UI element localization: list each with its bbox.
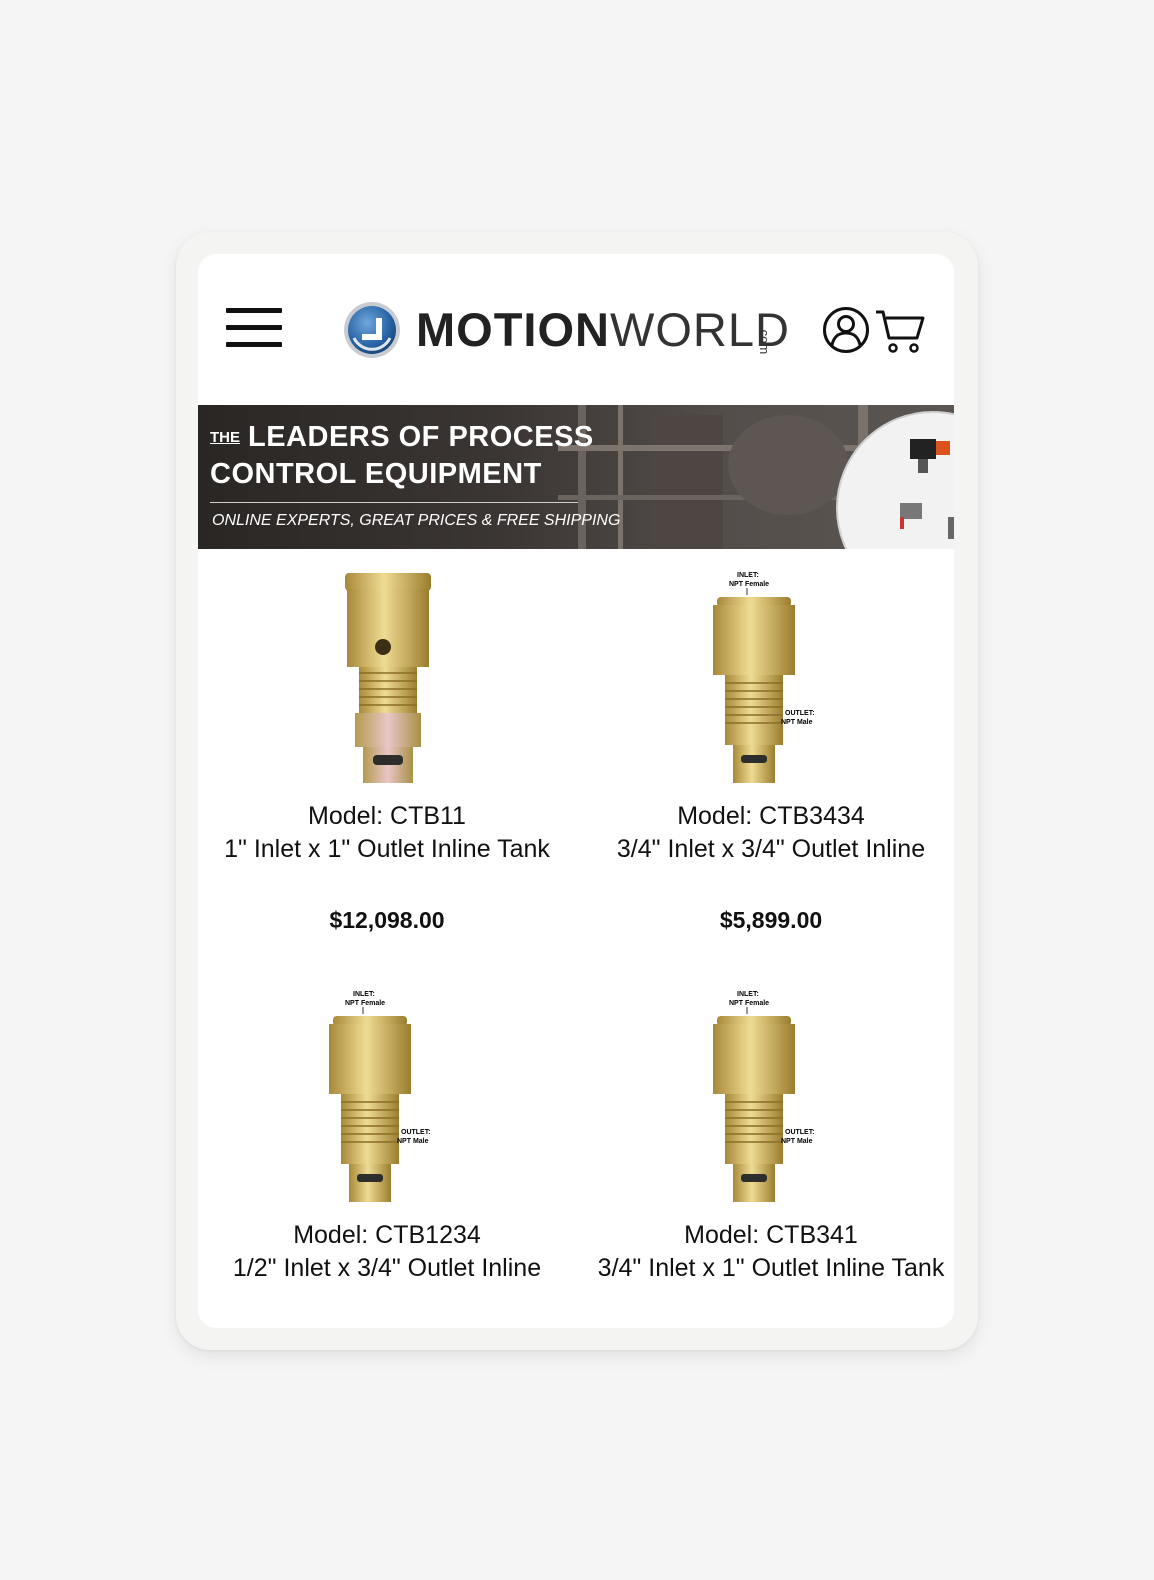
banner-headline-2: CONTROL EQUIPMENT (210, 458, 542, 490)
valve-outlet-type: NPT Male (397, 1138, 429, 1145)
product-description: 3/4" Inlet x 1" Outlet Inline Tank (597, 1254, 945, 1282)
valve-inlet-type: NPT Female (345, 1000, 385, 1007)
valve-inlet-type: NPT Female (729, 1000, 769, 1007)
product-card[interactable]: Model: CTB11 1" Inlet x 1" Outlet Inline… (198, 549, 576, 968)
banner-product-collage (836, 411, 954, 549)
valve-inlet-label: INLET: (737, 572, 759, 579)
promo-banner[interactable]: THE LEADERS OF PROCESS CONTROL EQUIPMENT… (198, 405, 954, 549)
valve-inlet-type: NPT Female (729, 581, 769, 588)
product-description: 1" Inlet x 1" Outlet Inline Tank (224, 835, 550, 863)
product-model: Model: CTB341 (684, 1221, 858, 1249)
screen: MOTIONWORLD .com THE LEADERS OF PROCESS … (198, 254, 954, 1328)
valve-inlet-label: INLET: (353, 991, 375, 998)
product-model: Model: CTB3434 (677, 802, 865, 830)
logo-dotcom: .com (757, 326, 772, 355)
product-description: 3/4" Inlet x 3/4" Outlet Inline (616, 835, 926, 863)
product-model: Model: CTB11 (308, 802, 466, 830)
motionworld-logo[interactable]: MOTIONWORLD .com (342, 298, 802, 362)
valve-outlet-type: NPT Male (781, 719, 813, 726)
product-description: 1/2" Inlet x 3/4" Outlet Inline (232, 1254, 542, 1282)
product-card[interactable]: INLET: NPT Female OUTLET: NPT Male Model… (582, 968, 954, 1328)
valve-outlet-label: OUTLET: (785, 1129, 815, 1136)
brass-check-valve-image: INLET: NPT Female OUTLET: NPT Male (713, 991, 815, 1202)
logo-wordmark: MOTIONWORLD (416, 303, 790, 356)
device-frame: MOTIONWORLD .com THE LEADERS OF PROCESS … (176, 232, 978, 1350)
banner-headline-1: LEADERS OF PROCESS (248, 421, 594, 453)
site-header: MOTIONWORLD .com (198, 254, 954, 405)
logo-globe-icon (344, 302, 400, 358)
product-card[interactable]: INLET: NPT Female OUTLET: NPT Male Model… (582, 549, 954, 968)
product-price: $5,899.00 (719, 907, 823, 933)
valve-inlet-label: INLET: (737, 991, 759, 998)
product-price: $12,098.00 (329, 907, 445, 933)
valve-outlet-label: OUTLET: (401, 1129, 431, 1136)
banner-subtitle: ONLINE EXPERTS, GREAT PRICES & FREE SHIP… (212, 512, 621, 529)
hamburger-menu-icon[interactable] (226, 308, 282, 350)
banner-divider (210, 502, 578, 503)
shopping-cart-icon[interactable] (874, 308, 928, 354)
brass-check-valve-image: INLET: NPT Female OUTLET: NPT Male (713, 572, 815, 783)
banner-the: THE (210, 429, 240, 446)
valve-outlet-label: OUTLET: (785, 710, 815, 717)
brass-check-valve-image (345, 573, 431, 783)
product-model: Model: CTB1234 (293, 1221, 481, 1249)
user-account-icon[interactable] (822, 306, 870, 354)
product-card[interactable]: INLET: NPT Female OUTLET: NPT Male Model… (198, 968, 576, 1328)
product-grid: Model: CTB11 1" Inlet x 1" Outlet Inline… (198, 549, 954, 1328)
valve-outlet-type: NPT Male (781, 1138, 813, 1145)
brass-check-valve-image: INLET: NPT Female OUTLET: NPT Male (329, 991, 431, 1202)
